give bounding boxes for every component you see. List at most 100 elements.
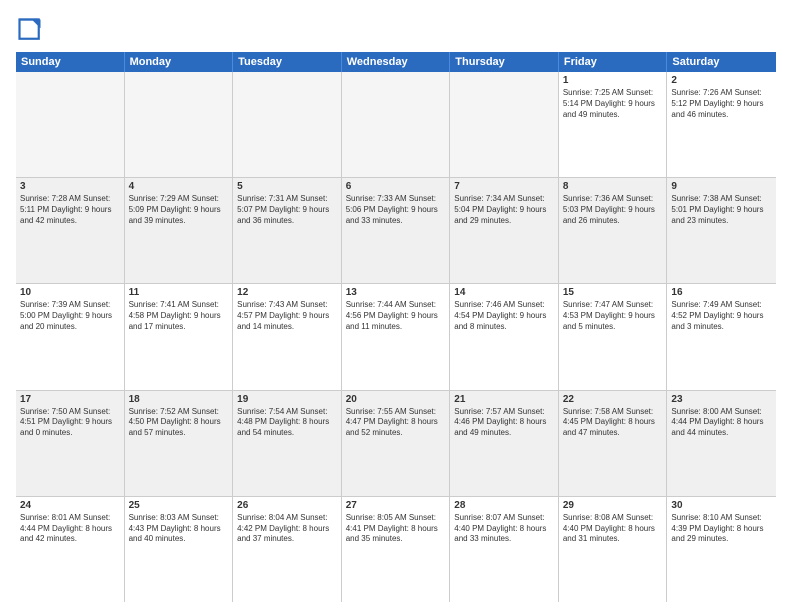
- day-number: 3: [20, 181, 120, 192]
- day-number: 25: [129, 500, 229, 511]
- day-number: 8: [563, 181, 663, 192]
- day-info: Sunrise: 8:07 AM Sunset: 4:40 PM Dayligh…: [454, 513, 554, 545]
- day-number: 6: [346, 181, 446, 192]
- day-info: Sunrise: 7:36 AM Sunset: 5:03 PM Dayligh…: [563, 194, 663, 226]
- cal-cell-r3-c4: 21 Sunrise: 7:57 AM Sunset: 4:46 PM Dayli…: [450, 391, 559, 496]
- day-number: 22: [563, 394, 663, 405]
- cal-cell-r4-c2: 26 Sunrise: 8:04 AM Sunset: 4:42 PM Dayli…: [233, 497, 342, 602]
- calendar-row-0: 1Sunrise: 7:25 AM Sunset: 5:14 PM Daylig…: [16, 72, 776, 178]
- cal-cell-r2-c0: 10Sunrise: 7:39 AM Sunset: 5:00 PM Dayli…: [16, 284, 125, 389]
- day-number: 2: [671, 75, 772, 86]
- day-number: 30: [671, 500, 772, 511]
- cal-cell-r3-c3: 20 Sunrise: 7:55 AM Sunset: 4:47 PM Dayli…: [342, 391, 451, 496]
- cal-cell-r3-c0: 17 Sunrise: 7:50 AM Sunset: 4:51 PM Dayli…: [16, 391, 125, 496]
- day-info: Sunrise: 7:57 AM Sunset: 4:46 PM Dayligh…: [454, 407, 554, 439]
- day-info: Sunrise: 7:38 AM Sunset: 5:01 PM Dayligh…: [671, 194, 772, 226]
- day-info: Sunrise: 8:08 AM Sunset: 4:40 PM Dayligh…: [563, 513, 663, 545]
- header-sunday: Sunday: [16, 52, 125, 72]
- day-number: 24: [20, 500, 120, 511]
- calendar-row-2: 10Sunrise: 7:39 AM Sunset: 5:00 PM Dayli…: [16, 284, 776, 390]
- cal-cell-r3-c2: 19Sunrise: 7:54 AM Sunset: 4:48 PM Dayli…: [233, 391, 342, 496]
- cal-cell-r1-c6: 9 Sunrise: 7:38 AM Sunset: 5:01 PM Daylig…: [667, 178, 776, 283]
- day-number: 15: [563, 287, 663, 298]
- day-number: 23: [671, 394, 772, 405]
- cal-cell-r1-c3: 6 Sunrise: 7:33 AM Sunset: 5:06 PM Daylig…: [342, 178, 451, 283]
- day-number: 28: [454, 500, 554, 511]
- calendar-header: Sunday Monday Tuesday Wednesday Thursday…: [16, 52, 776, 72]
- day-info: Sunrise: 7:44 AM Sunset: 4:56 PM Dayligh…: [346, 300, 446, 332]
- cal-cell-r3-c5: 22 Sunrise: 7:58 AM Sunset: 4:45 PM Dayli…: [559, 391, 668, 496]
- cal-cell-r3-c1: 18 Sunrise: 7:52 AM Sunset: 4:50 PM Dayli…: [125, 391, 234, 496]
- day-info: Sunrise: 7:29 AM Sunset: 5:09 PM Dayligh…: [129, 194, 229, 226]
- day-number: 4: [129, 181, 229, 192]
- cal-cell-r0-c6: 2 Sunrise: 7:26 AM Sunset: 5:12 PM Daylig…: [667, 72, 776, 177]
- cal-cell-r4-c5: 29 Sunrise: 8:08 AM Sunset: 4:40 PM Dayli…: [559, 497, 668, 602]
- calendar-row-3: 17 Sunrise: 7:50 AM Sunset: 4:51 PM Dayli…: [16, 391, 776, 497]
- cal-cell-r4-c0: 24 Sunrise: 8:01 AM Sunset: 4:44 PM Dayli…: [16, 497, 125, 602]
- day-info: Sunrise: 7:47 AM Sunset: 4:53 PM Dayligh…: [563, 300, 663, 332]
- cal-cell-r2-c4: 14 Sunrise: 7:46 AM Sunset: 4:54 PM Dayli…: [450, 284, 559, 389]
- cal-cell-r2-c1: 11 Sunrise: 7:41 AM Sunset: 4:58 PM Dayli…: [125, 284, 234, 389]
- day-number: 7: [454, 181, 554, 192]
- day-info: Sunrise: 7:46 AM Sunset: 4:54 PM Dayligh…: [454, 300, 554, 332]
- calendar: Sunday Monday Tuesday Wednesday Thursday…: [16, 52, 776, 602]
- cal-cell-r1-c1: 4 Sunrise: 7:29 AM Sunset: 5:09 PM Daylig…: [125, 178, 234, 283]
- day-info: Sunrise: 7:28 AM Sunset: 5:11 PM Dayligh…: [20, 194, 120, 226]
- logo: [16, 16, 48, 44]
- day-number: 29: [563, 500, 663, 511]
- cal-cell-r2-c6: 16 Sunrise: 7:49 AM Sunset: 4:52 PM Dayli…: [667, 284, 776, 389]
- cal-cell-r2-c3: 13 Sunrise: 7:44 AM Sunset: 4:56 PM Dayli…: [342, 284, 451, 389]
- cal-cell-r2-c5: 15 Sunrise: 7:47 AM Sunset: 4:53 PM Dayli…: [559, 284, 668, 389]
- day-number: 17: [20, 394, 120, 405]
- day-info: Sunrise: 7:50 AM Sunset: 4:51 PM Dayligh…: [20, 407, 120, 439]
- cal-cell-r1-c0: 3 Sunrise: 7:28 AM Sunset: 5:11 PM Daylig…: [16, 178, 125, 283]
- day-info: Sunrise: 7:31 AM Sunset: 5:07 PM Dayligh…: [237, 194, 337, 226]
- day-number: 1: [563, 75, 663, 86]
- day-info: Sunrise: 7:41 AM Sunset: 4:58 PM Dayligh…: [129, 300, 229, 332]
- cal-cell-r1-c4: 7 Sunrise: 7:34 AM Sunset: 5:04 PM Daylig…: [450, 178, 559, 283]
- day-info: Sunrise: 7:34 AM Sunset: 5:04 PM Dayligh…: [454, 194, 554, 226]
- cal-cell-r0-c4: [450, 72, 559, 177]
- header-tuesday: Tuesday: [233, 52, 342, 72]
- cal-cell-r4-c3: 27Sunrise: 8:05 AM Sunset: 4:41 PM Dayli…: [342, 497, 451, 602]
- day-number: 21: [454, 394, 554, 405]
- day-info: Sunrise: 8:05 AM Sunset: 4:41 PM Dayligh…: [346, 513, 446, 545]
- day-info: Sunrise: 8:10 AM Sunset: 4:39 PM Dayligh…: [671, 513, 772, 545]
- day-info: Sunrise: 7:55 AM Sunset: 4:47 PM Dayligh…: [346, 407, 446, 439]
- day-info: Sunrise: 8:00 AM Sunset: 4:44 PM Dayligh…: [671, 407, 772, 439]
- day-number: 16: [671, 287, 772, 298]
- header-thursday: Thursday: [450, 52, 559, 72]
- cal-cell-r0-c5: 1Sunrise: 7:25 AM Sunset: 5:14 PM Daylig…: [559, 72, 668, 177]
- day-info: Sunrise: 7:58 AM Sunset: 4:45 PM Dayligh…: [563, 407, 663, 439]
- day-number: 12: [237, 287, 337, 298]
- day-number: 26: [237, 500, 337, 511]
- logo-icon: [16, 16, 44, 44]
- day-number: 14: [454, 287, 554, 298]
- day-number: 11: [129, 287, 229, 298]
- header-saturday: Saturday: [667, 52, 776, 72]
- cal-cell-r1-c2: 5 Sunrise: 7:31 AM Sunset: 5:07 PM Daylig…: [233, 178, 342, 283]
- calendar-body: 1Sunrise: 7:25 AM Sunset: 5:14 PM Daylig…: [16, 72, 776, 602]
- day-number: 10: [20, 287, 120, 298]
- cal-cell-r0-c2: [233, 72, 342, 177]
- day-info: Sunrise: 8:03 AM Sunset: 4:43 PM Dayligh…: [129, 513, 229, 545]
- day-info: Sunrise: 8:04 AM Sunset: 4:42 PM Dayligh…: [237, 513, 337, 545]
- cal-cell-r0-c1: [125, 72, 234, 177]
- day-number: 13: [346, 287, 446, 298]
- cal-cell-r1-c5: 8 Sunrise: 7:36 AM Sunset: 5:03 PM Daylig…: [559, 178, 668, 283]
- day-number: 18: [129, 394, 229, 405]
- day-info: Sunrise: 7:49 AM Sunset: 4:52 PM Dayligh…: [671, 300, 772, 332]
- day-info: Sunrise: 7:52 AM Sunset: 4:50 PM Dayligh…: [129, 407, 229, 439]
- calendar-row-1: 3 Sunrise: 7:28 AM Sunset: 5:11 PM Daylig…: [16, 178, 776, 284]
- day-info: Sunrise: 8:01 AM Sunset: 4:44 PM Dayligh…: [20, 513, 120, 545]
- cal-cell-r0-c3: [342, 72, 451, 177]
- day-number: 9: [671, 181, 772, 192]
- day-info: Sunrise: 7:33 AM Sunset: 5:06 PM Dayligh…: [346, 194, 446, 226]
- cal-cell-r4-c6: 30 Sunrise: 8:10 AM Sunset: 4:39 PM Dayli…: [667, 497, 776, 602]
- cal-cell-r3-c6: 23 Sunrise: 8:00 AM Sunset: 4:44 PM Dayli…: [667, 391, 776, 496]
- day-number: 20: [346, 394, 446, 405]
- day-info: Sunrise: 7:26 AM Sunset: 5:12 PM Dayligh…: [671, 88, 772, 120]
- cal-cell-r2-c2: 12Sunrise: 7:43 AM Sunset: 4:57 PM Dayli…: [233, 284, 342, 389]
- day-number: 5: [237, 181, 337, 192]
- calendar-row-4: 24 Sunrise: 8:01 AM Sunset: 4:44 PM Dayli…: [16, 497, 776, 602]
